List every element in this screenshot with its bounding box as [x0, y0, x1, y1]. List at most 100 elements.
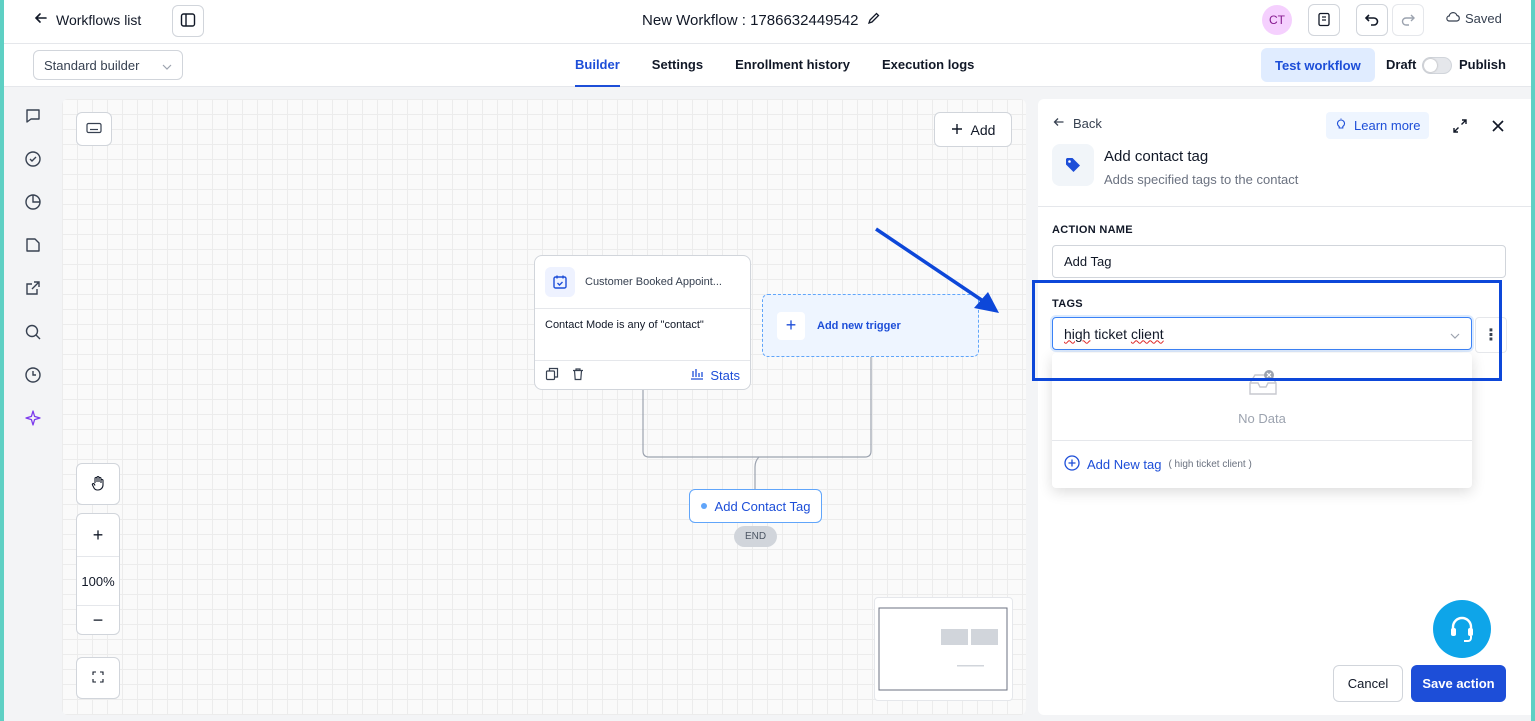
end-pill: END	[734, 526, 777, 547]
copy-icon[interactable]	[545, 367, 559, 384]
trash-icon[interactable]	[571, 367, 585, 384]
draft-label: Draft	[1386, 57, 1417, 72]
workflows-list-link[interactable]: Workflows list	[34, 11, 141, 28]
zoom-out-button[interactable]: −	[77, 606, 119, 634]
tab-enrollment-history[interactable]: Enrollment history	[735, 44, 850, 87]
undo-button[interactable]	[1356, 4, 1388, 36]
add-new-trigger[interactable]: + Add new trigger	[762, 294, 979, 357]
builder-mode-value: Standard builder	[44, 57, 140, 73]
panel-back-link[interactable]: Back	[1053, 116, 1102, 131]
zoom-controls: + 100% −	[76, 513, 120, 635]
add-new-tag-option[interactable]: Add New tag ( high ticket client )	[1064, 455, 1252, 474]
pie-chart-icon[interactable]	[22, 191, 44, 213]
status-dot	[700, 503, 707, 509]
cancel-button[interactable]: Cancel	[1333, 665, 1403, 702]
add-step-button[interactable]: Add	[934, 112, 1012, 147]
saved-label: Saved	[1465, 11, 1502, 26]
arrow-left-icon	[1053, 116, 1065, 131]
fit-view-button[interactable]	[76, 657, 120, 699]
keyboard-icon	[86, 122, 102, 137]
divider	[1052, 440, 1472, 441]
builder-toolbar: Standard builder Builder Settings Enroll…	[4, 44, 1531, 87]
toggle-sidebar-button[interactable]	[172, 5, 204, 37]
chat-icon[interactable]	[22, 105, 44, 127]
clipboard-icon	[1316, 11, 1332, 30]
external-link-icon[interactable]	[22, 277, 44, 299]
left-rail	[4, 87, 60, 721]
no-data-label: No Data	[1238, 411, 1286, 426]
stats-label: Stats	[710, 368, 740, 383]
saved-status: Saved	[1446, 11, 1502, 26]
chevron-down-icon	[162, 58, 172, 73]
pan-tool-button[interactable]	[76, 463, 120, 505]
bar-chart-icon	[690, 368, 704, 383]
arrow-left-icon	[34, 11, 48, 28]
tab-settings[interactable]: Settings	[652, 44, 703, 87]
tab-builder[interactable]: Builder	[575, 44, 620, 87]
minimap[interactable]	[874, 597, 1013, 701]
close-icon[interactable]	[1490, 118, 1506, 137]
learn-more-label: Learn more	[1354, 118, 1421, 133]
workflow-title[interactable]: New Workflow : 1786632449542	[642, 11, 881, 29]
workflows-list-label: Workflows list	[56, 11, 142, 28]
undo-icon	[1364, 11, 1380, 30]
workflow-title-text: New Workflow : 1786632449542	[642, 11, 859, 29]
trigger-node-condition: Contact Mode is any of "contact"	[535, 308, 750, 360]
trigger-node[interactable]: Customer Booked Appoint... Contact Mode …	[534, 255, 751, 390]
stats-link[interactable]: Stats	[690, 368, 740, 383]
learn-more-button[interactable]: Learn more	[1326, 112, 1430, 139]
avatar[interactable]: CT	[1262, 5, 1292, 35]
tag-icon	[1052, 144, 1094, 186]
app-frame: Workflows list New Workflow : 1786632449…	[4, 0, 1531, 721]
panel-back-label: Back	[1073, 116, 1102, 131]
file-icon[interactable]	[22, 234, 44, 256]
redo-button[interactable]	[1392, 4, 1424, 36]
panel-title: Add contact tag	[1104, 148, 1209, 165]
action-name-label: ACTION NAME	[1052, 224, 1133, 236]
plus-icon: +	[777, 311, 805, 340]
keyboard-shortcuts-button[interactable]	[76, 112, 112, 146]
search-icon[interactable]	[22, 321, 44, 343]
action-node-add-contact-tag[interactable]: Add Contact Tag	[689, 489, 822, 523]
expand-icon[interactable]	[1452, 118, 1468, 137]
publish-toggle[interactable]	[1422, 57, 1452, 74]
divider	[1038, 206, 1531, 207]
redo-icon	[1400, 11, 1416, 30]
test-workflow-button[interactable]: Test workflow	[1261, 48, 1375, 82]
hand-icon	[91, 475, 105, 494]
cloud-icon	[1446, 11, 1460, 26]
lightbulb-icon	[1335, 118, 1347, 133]
add-new-trigger-label: Add new trigger	[817, 319, 901, 332]
check-circle-icon[interactable]	[22, 148, 44, 170]
workflow-canvas[interactable]: Add Customer Booked Appoint... Contact M…	[62, 99, 1026, 715]
notes-button[interactable]	[1308, 4, 1340, 36]
add-step-label: Add	[970, 121, 996, 138]
sidebar-panel-icon	[180, 12, 196, 31]
annotation-highlight-box	[1032, 280, 1502, 381]
add-new-tag-label: Add New tag	[1087, 457, 1162, 472]
support-chat-button[interactable]	[1433, 600, 1491, 658]
fit-screen-icon	[92, 670, 104, 686]
trigger-node-footer: Stats	[535, 360, 750, 390]
pencil-icon[interactable]	[867, 11, 881, 29]
plus-icon	[951, 122, 963, 138]
top-bar: Workflows list New Workflow : 1786632449…	[4, 0, 1531, 44]
tab-bar: Builder Settings Enrollment history Exec…	[575, 44, 974, 87]
trigger-node-title: Customer Booked Appoint...	[585, 276, 722, 288]
tab-execution-logs[interactable]: Execution logs	[882, 44, 974, 87]
headset-icon	[1446, 612, 1478, 647]
action-name-input[interactable]: Add Tag	[1052, 245, 1506, 278]
save-action-button[interactable]: Save action	[1411, 665, 1506, 702]
zoom-in-button[interactable]: +	[77, 514, 119, 556]
minimap-preview	[878, 607, 1008, 691]
publish-label: Publish	[1459, 57, 1506, 72]
sparkle-icon[interactable]	[22, 407, 44, 429]
panel-subtitle: Adds specified tags to the contact	[1104, 172, 1299, 187]
plus-circle-icon	[1064, 455, 1080, 474]
builder-mode-select[interactable]: Standard builder	[33, 50, 183, 80]
trigger-node-header: Customer Booked Appoint...	[535, 256, 750, 308]
history-icon[interactable]	[22, 364, 44, 386]
action-node-label: Add Contact Tag	[714, 498, 811, 514]
zoom-level: 100%	[77, 556, 119, 606]
calendar-check-icon	[545, 267, 575, 297]
